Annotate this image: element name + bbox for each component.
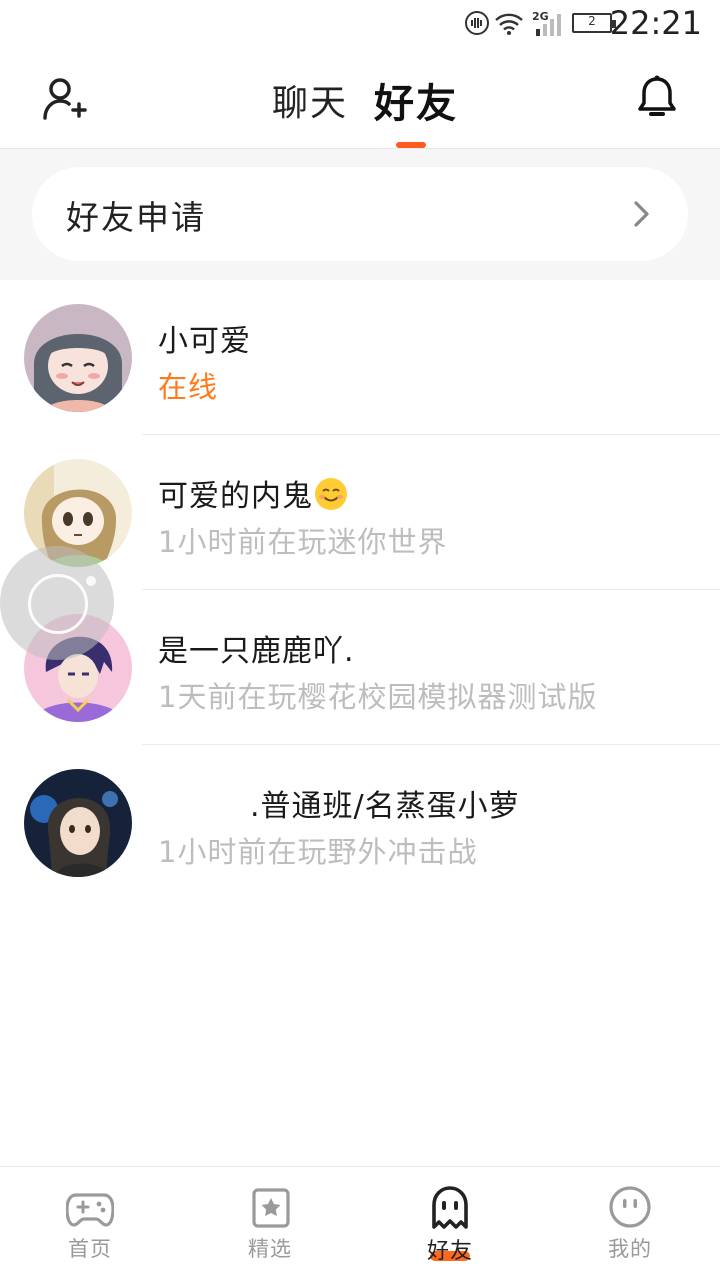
- status-bar: 2G 2 22:21: [0, 0, 720, 48]
- avatar[interactable]: [24, 304, 132, 412]
- tab-chat[interactable]: 聊天: [272, 74, 348, 126]
- assistive-dot-icon: [86, 576, 96, 586]
- face-icon: [609, 1186, 651, 1228]
- list-item[interactable]: 可爱的内鬼 1小时前在玩迷你世界: [0, 435, 720, 590]
- bell-icon[interactable]: [636, 74, 678, 120]
- friend-request-label: 好友申请: [66, 198, 206, 237]
- floating-assistive-button[interactable]: [0, 546, 114, 660]
- add-user-icon[interactable]: [42, 76, 88, 122]
- battery-icon: 2: [572, 13, 616, 33]
- header-tabs: 聊天 好友: [272, 70, 458, 130]
- friend-name: 小可爱: [158, 324, 251, 359]
- nav-featured[interactable]: 精选: [180, 1167, 360, 1281]
- ghost-icon: [432, 1186, 468, 1229]
- list-item[interactable]: .普通班/名蒸蛋小萝 1小时前在玩野外冲击战: [0, 745, 720, 900]
- friend-name: 可爱的内鬼: [158, 471, 349, 515]
- gamepad-icon: [66, 1193, 114, 1227]
- nav-label: 好友: [426, 1239, 473, 1264]
- list-item[interactable]: 小可爱 在线: [0, 280, 720, 435]
- friend-status: 1天前在玩樱花校园模拟器测试版: [158, 680, 598, 714]
- nav-label: 我的: [608, 1237, 652, 1261]
- wifi-icon: [495, 13, 523, 35]
- nav-me[interactable]: 我的: [540, 1167, 720, 1281]
- friend-status: 1小时前在玩野外冲击战: [158, 835, 478, 869]
- friend-status: 1小时前在玩迷你世界: [158, 525, 448, 559]
- assistive-ring-icon: [28, 574, 88, 634]
- nav-label: 精选: [248, 1237, 292, 1261]
- smile-emoji-icon: [315, 478, 347, 510]
- battery-level: 2: [588, 14, 596, 28]
- clock: 22:21: [609, 4, 702, 42]
- signal-icon: [536, 14, 561, 36]
- vibrate-icon: [465, 11, 489, 35]
- active-tab-indicator: [396, 142, 426, 148]
- friend-status: 在线: [158, 370, 219, 404]
- friend-request-section: 好友申请: [0, 149, 720, 280]
- nav-label: 首页: [68, 1237, 112, 1261]
- bottom-nav: 首页 精选 好友 我的: [0, 1166, 720, 1281]
- friend-name: .普通班/名蒸蛋小萝: [250, 789, 520, 824]
- tab-friends[interactable]: 好友: [374, 71, 458, 129]
- nav-friends[interactable]: 好友: [360, 1167, 540, 1281]
- friend-request-button[interactable]: 好友申请: [32, 167, 688, 261]
- friend-name: 是一只鹿鹿吖.: [158, 634, 355, 669]
- chevron-right-icon: [634, 201, 649, 227]
- top-header: 聊天 好友: [0, 48, 720, 149]
- nav-home[interactable]: 首页: [0, 1167, 180, 1281]
- avatar[interactable]: [24, 769, 132, 877]
- star-bookmark-icon: [252, 1188, 290, 1228]
